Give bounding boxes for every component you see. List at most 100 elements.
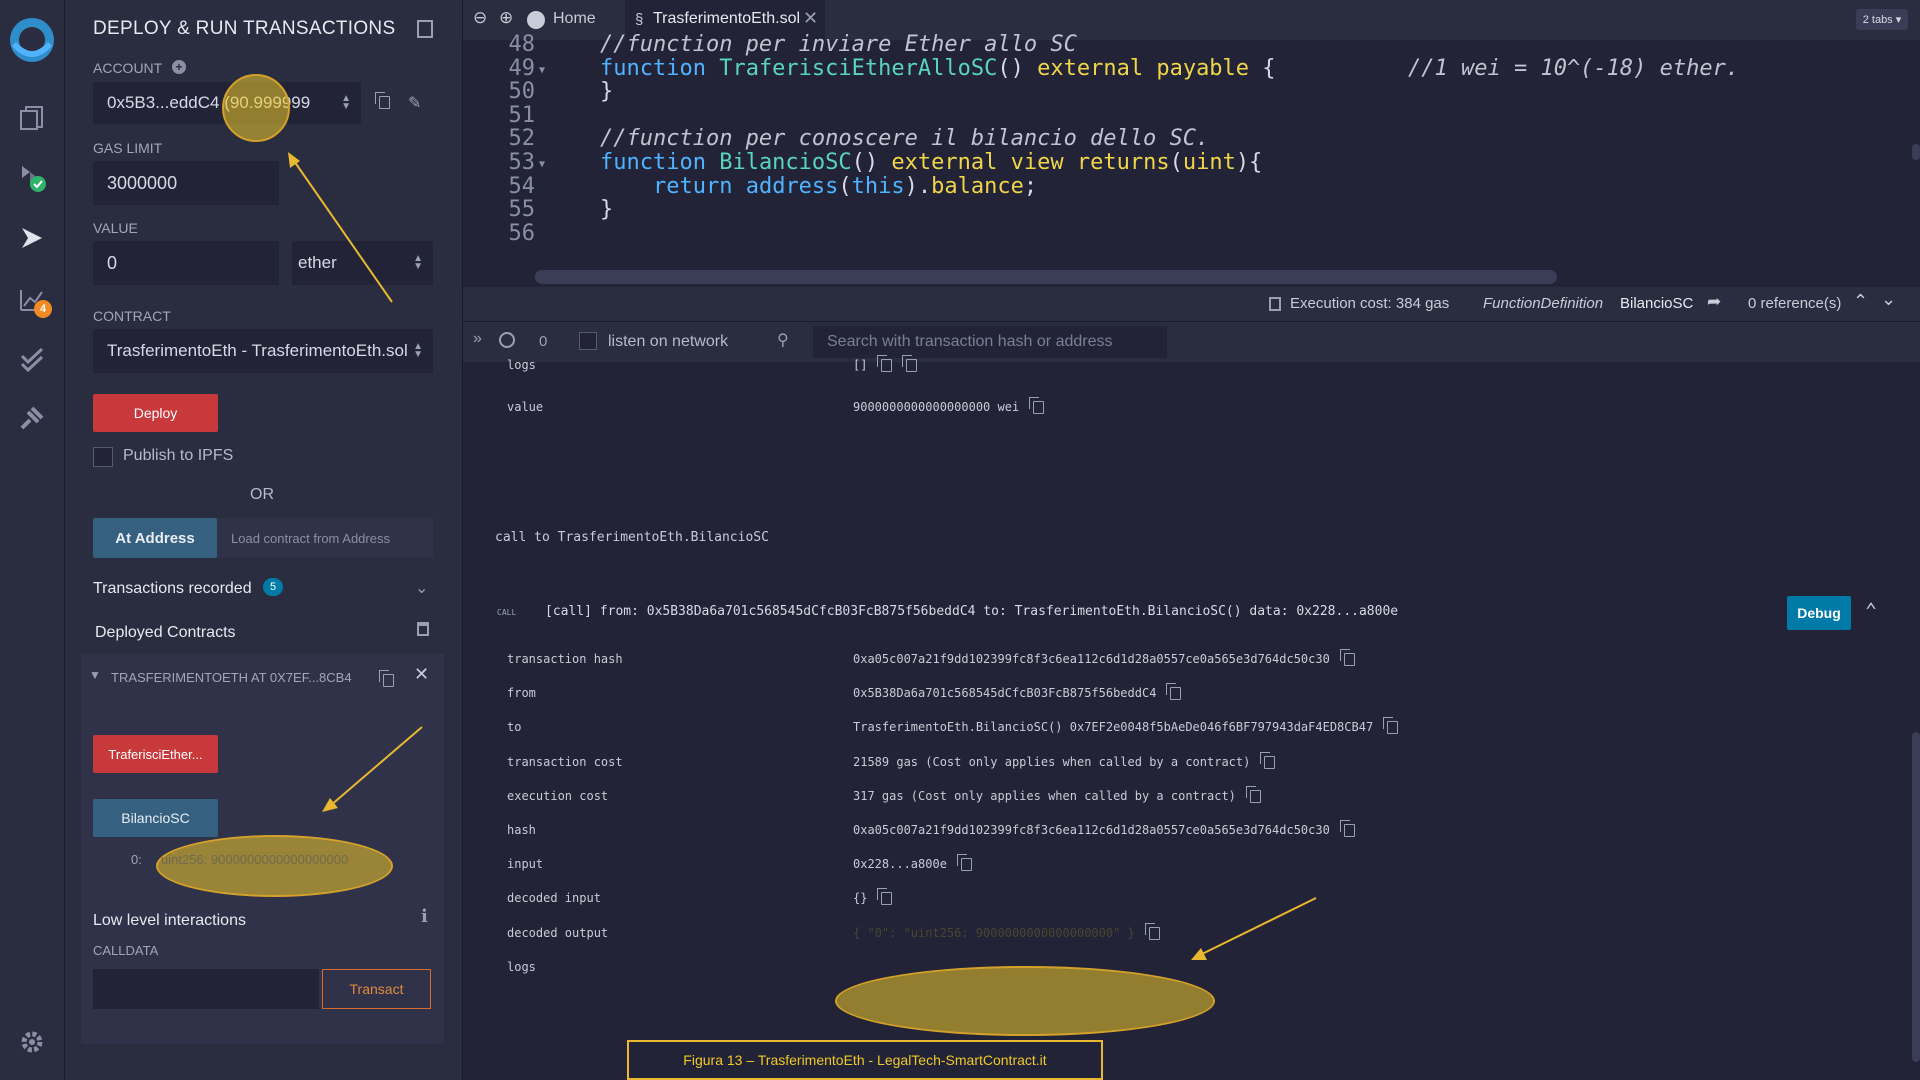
copy-icon[interactable] (877, 888, 893, 906)
home-icon[interactable] (527, 11, 545, 29)
plugin-manager-icon[interactable] (12, 398, 52, 438)
testing-icon[interactable] (12, 340, 52, 380)
debug-button[interactable]: Debug (1787, 596, 1851, 630)
line-number: 50 (508, 79, 536, 105)
copy-icon[interactable] (1383, 717, 1399, 735)
chevron-down-icon-2[interactable]: ⌄ (1881, 289, 1896, 310)
instance-title[interactable]: TRASFERIMENTOETH AT 0X7EF...8CB4 (111, 670, 352, 685)
value-unit-select[interactable]: ether ▲ ▼ (292, 241, 433, 285)
fold-icon[interactable]: ▼ (539, 65, 545, 76)
add-account-icon[interactable]: + (172, 60, 186, 74)
publish-ipfs-checkbox[interactable] (93, 447, 113, 467)
tx-detail-value: 21589 gas (Cost only applies when called… (853, 751, 1276, 769)
code-line[interactable]: function TraferisciEtherAlloSC() externa… (547, 56, 1739, 81)
code-line[interactable]: } (547, 197, 613, 222)
collapse-terminal-icon[interactable]: » (473, 330, 482, 348)
file-explorer-icon[interactable] (12, 98, 52, 138)
code-line[interactable]: //function per conoscere il bilancio del… (547, 126, 1209, 151)
tx-detail-text: 0xa05c007a21f9dd102399fc8f3c6ea112c6d1d2… (853, 823, 1330, 837)
select-arrows-icon: ▲ ▼ (341, 93, 351, 112)
copy-icon[interactable] (956, 854, 972, 872)
close-tab-icon[interactable]: ✕ (803, 8, 818, 29)
copy-icon[interactable] (1144, 922, 1160, 940)
transact-button[interactable]: Transact (322, 969, 431, 1009)
prev-value-value: 9000000000000000000 wei (853, 397, 1045, 414)
edit-account-icon[interactable]: ✎ (408, 93, 421, 113)
value-input[interactable]: 0 (93, 241, 279, 285)
tabs-count-dropdown[interactable]: 2 tabs ▾ (1856, 9, 1908, 30)
analysis-badge: 4 (34, 300, 52, 318)
copy-icon[interactable] (1339, 649, 1355, 666)
solidity-file-icon: § (635, 11, 644, 28)
fold-icon[interactable]: ▼ (539, 159, 545, 170)
analysis-icon[interactable]: 4 (12, 280, 52, 320)
terminal-search-input[interactable]: Search with transaction hash or address (813, 326, 1167, 358)
tx-detail-text: {} (853, 891, 868, 906)
gas-icon (1269, 297, 1281, 311)
listen-network-checkbox[interactable] (579, 332, 597, 350)
code-line[interactable]: function BilancioSC() external view retu… (547, 150, 1262, 175)
copy-icon[interactable] (1029, 397, 1045, 414)
trash-icon[interactable] (417, 622, 429, 636)
tx-detail-key: input (507, 857, 544, 872)
docs-icon[interactable] (417, 20, 433, 38)
unit-arrows-icon: ▲ ▼ (413, 253, 423, 272)
info-icon[interactable]: i (421, 906, 428, 927)
result-value: uint256: 9000000000000000000 (161, 852, 349, 867)
load-address-input[interactable]: Load contract from Address (217, 518, 433, 558)
tx-detail-value: 0xa05c007a21f9dd102399fc8f3c6ea112c6d1d2… (853, 649, 1355, 666)
solidity-compiler-icon[interactable] (12, 158, 52, 198)
gas-limit-input[interactable]: 3000000 (93, 161, 279, 205)
remix-logo-icon[interactable] (6, 14, 58, 66)
tx-detail-key: transaction hash (507, 652, 623, 666)
code-line[interactable]: //function per inviare Ether allo SC (547, 32, 1077, 57)
tx-detail-key: hash (507, 823, 536, 837)
at-address-button[interactable]: At Address (93, 518, 217, 558)
copy-icon[interactable] (1245, 785, 1261, 803)
chevron-up-icon[interactable]: ⌃ (1853, 291, 1868, 312)
tx-detail-text: { "0": "uint256: 9000000000000000000" } (853, 925, 1135, 940)
pending-count: 0 (539, 333, 548, 350)
code-line[interactable]: } (547, 79, 613, 104)
instance-chevron-icon[interactable]: ▼ (89, 668, 101, 682)
transactions-recorded-label[interactable]: Transactions recorded (93, 580, 252, 598)
horizontal-scrollbar[interactable] (535, 270, 1557, 284)
copy-account-icon[interactable] (375, 92, 390, 112)
call-line[interactable]: [call] from: 0x5B38Da6a701c568545dCfcB03… (545, 604, 1398, 619)
code-line[interactable]: return address(this).balance; (547, 174, 1037, 199)
copy-icon[interactable] (1339, 820, 1355, 837)
or-label: OR (250, 486, 274, 503)
traferisci-ether-button[interactable]: TraferisciEther... (93, 735, 218, 773)
chevron-down-icon[interactable]: ⌄ (415, 578, 428, 598)
bilancio-sc-button[interactable]: BilancioSC (93, 799, 218, 837)
goto-definition-icon[interactable]: ➦ (1707, 292, 1721, 312)
copy-icon[interactable] (1260, 751, 1276, 769)
terminal-scrollbar[interactable] (1912, 732, 1920, 1062)
settings-gear-icon[interactable] (12, 1022, 52, 1062)
function-definition-type: FunctionDefinition (1483, 295, 1604, 312)
zoom-out-icon[interactable]: ⊖ (473, 8, 487, 28)
vertical-scrollbar[interactable] (1912, 144, 1920, 160)
low-level-label: Low level interactions (93, 912, 246, 929)
code-editor[interactable]: 48 //function per inviare Ether allo SC 4… (463, 32, 1920, 287)
clear-console-icon[interactable] (499, 332, 515, 348)
account-highlight (222, 74, 290, 142)
listen-network-label: listen on network (608, 333, 729, 350)
copy-instance-icon[interactable] (379, 670, 394, 690)
calldata-label: CALLDATA (93, 943, 159, 958)
close-instance-icon[interactable]: ✕ (414, 664, 429, 685)
collapse-call-icon[interactable]: ⌃ (1865, 598, 1877, 622)
tab-home[interactable]: Home (553, 10, 596, 28)
calldata-input[interactable] (93, 969, 319, 1009)
deploy-run-icon[interactable] (12, 218, 52, 258)
search-icon: ⚲ (777, 332, 789, 349)
tx-detail-key: decoded output (507, 925, 609, 940)
zoom-in-icon[interactable]: ⊕ (499, 8, 513, 28)
terminal-output: logs [] value 9000000000000000000 wei ca… (463, 355, 1920, 1080)
copy-icon[interactable] (1166, 683, 1182, 701)
copy-icon[interactable] (902, 355, 918, 372)
contract-select[interactable]: TrasferimentoEth - TrasferimentoEth.sol … (93, 329, 433, 373)
deploy-button[interactable]: Deploy (93, 394, 218, 432)
copy-icon[interactable] (877, 355, 893, 372)
tx-detail-text: TrasferimentoEth.BilancioSC() 0x7EF2e004… (853, 720, 1374, 735)
